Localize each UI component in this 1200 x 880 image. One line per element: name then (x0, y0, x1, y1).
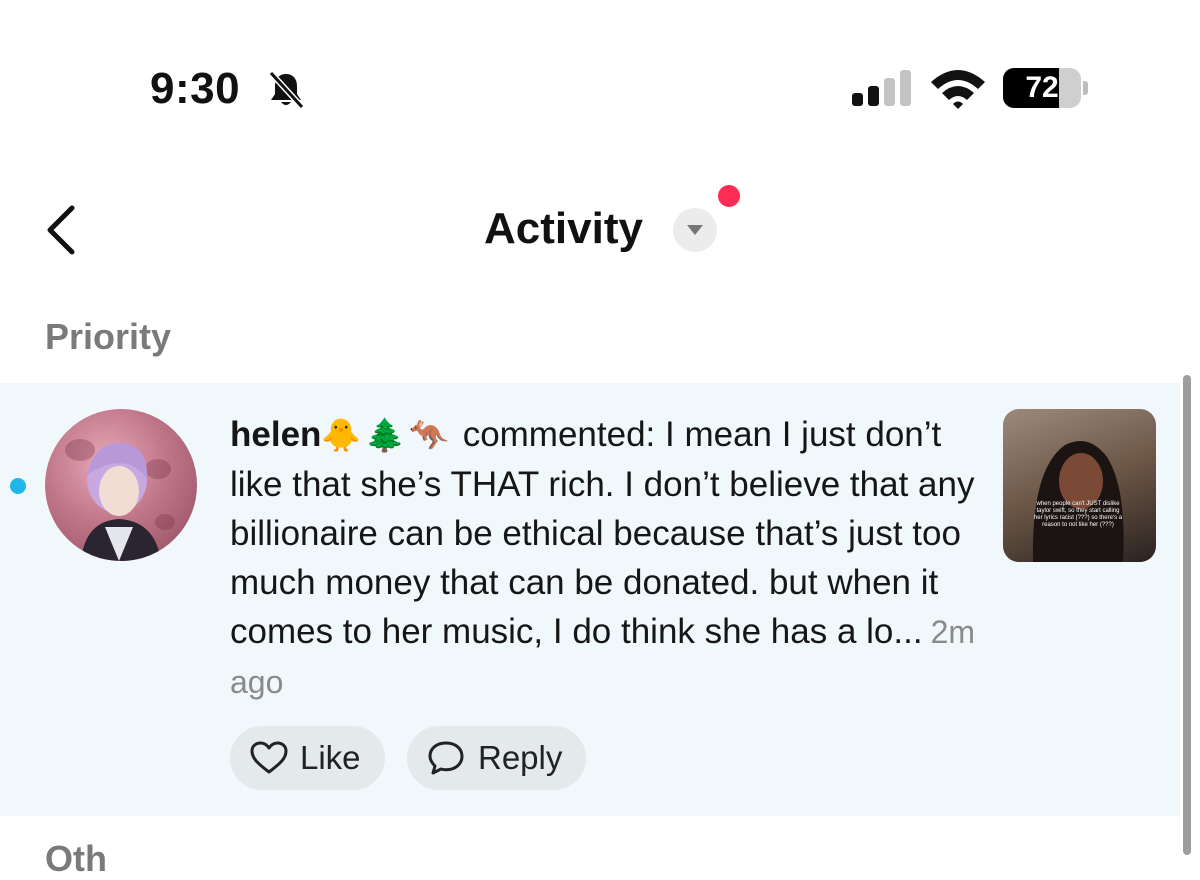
activity-filter-dropdown[interactable] (673, 208, 717, 252)
chevron-left-icon (47, 205, 75, 255)
status-time: 9:30 (150, 64, 241, 113)
battery-level: 72 (1025, 71, 1059, 104)
page-title[interactable]: Activity (484, 204, 643, 254)
notification-dot (718, 185, 740, 207)
speech-bubble-icon (428, 741, 464, 775)
comment-text: helen🐥 🌲 🦘 commented: I mean I just don’t … (230, 410, 985, 707)
heart-icon (250, 741, 288, 774)
reply-button[interactable]: Reply (407, 726, 586, 790)
caret-down-icon (687, 225, 703, 235)
bell-slash-icon (266, 70, 306, 110)
username-emoji-1: 🐥 (321, 416, 362, 454)
avatar[interactable] (45, 409, 197, 561)
scrollbar[interactable] (1183, 375, 1191, 855)
section-label-others: Oth (45, 838, 107, 879)
username-emoji-2: 🌲 (365, 416, 406, 454)
like-label: Like (300, 739, 361, 776)
back-button[interactable] (38, 200, 82, 260)
username-link[interactable]: helen (230, 415, 321, 454)
username-emoji-3: 🦘 (409, 416, 449, 454)
thumbnail-person (1032, 441, 1124, 562)
like-button[interactable]: Like (230, 726, 385, 790)
wifi-icon (928, 66, 988, 110)
unread-indicator (10, 478, 26, 494)
reply-label: Reply (478, 739, 563, 776)
section-label-priority: Priority (45, 316, 172, 357)
battery-icon: 72 (1003, 68, 1089, 110)
signal-icon (850, 68, 912, 108)
avatar-person (81, 442, 161, 561)
battery-tip (1083, 81, 1088, 95)
thumbnail-caption: when people can't JUST dislike taylor sw… (1033, 501, 1123, 528)
video-thumbnail[interactable]: when people can't JUST dislike taylor sw… (1003, 409, 1156, 562)
